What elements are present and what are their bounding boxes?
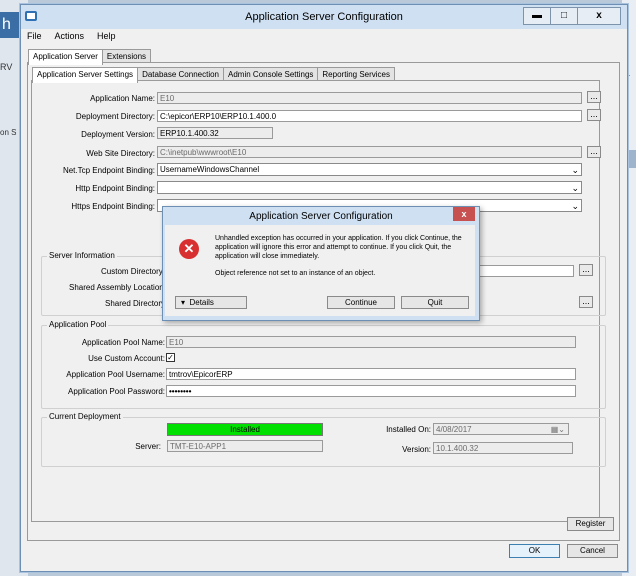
error-detail-message: Object reference not set to an instance … [215,270,376,277]
application-pool-username-label: Application Pool Username: [66,370,165,379]
application-pool-username-field[interactable]: tmtrov\EpicorERP [166,368,576,380]
deployment-directory-field[interactable]: C:\epicor\ERP10\ERP10.1.400.0 [157,110,582,122]
chevron-down-icon: ⌄ [571,165,579,175]
installed-on-value: 4/08/2017 [436,425,472,434]
menu-bar: File Actions Help [27,31,129,45]
error-dialog-close-button[interactable]: x [453,207,475,221]
cancel-button[interactable]: Cancel [567,544,618,558]
details-button[interactable]: ▾ Details [175,296,247,309]
minimize-button[interactable]: ▬ [523,7,551,25]
shared-directory-label: Shared Directory [105,299,166,308]
custom-directory-field[interactable] [479,265,574,277]
tab-application-server-settings[interactable]: Application Server Settings [32,67,139,83]
menu-actions[interactable]: Actions [55,31,85,45]
background-text-fragment: RV [0,62,13,72]
http-binding-label: Http Endpoint Binding: [75,184,155,193]
error-message: Unhandled exception has occurred in your… [215,235,462,260]
error-icon: ✕ [179,239,199,259]
application-pool-name-field[interactable]: E10 [166,336,576,348]
shared-directory-browse-button[interactable]: ... [579,296,593,308]
error-dialog-body: ✕ Unhandled exception has occurred in yo… [165,225,475,316]
web-site-directory-label: Web Site Directory: [86,149,155,158]
application-name-browse-button[interactable]: ... [587,91,601,103]
menu-file[interactable]: File [27,31,42,45]
server-label: Server: [135,442,161,451]
maximize-button[interactable]: □ [550,7,578,25]
details-button-label: Details [189,298,214,307]
chevron-down-icon: ⌄ [571,201,579,211]
installed-on-label: Installed On: [386,425,431,434]
server-field: TMT-E10-APP1 [167,440,323,452]
net-tcp-binding-value: UsernameWindowsChannel [160,165,260,174]
https-binding-label: Https Endpoint Binding: [71,202,155,211]
close-button[interactable]: x [577,7,621,25]
application-name-label: Application Name: [90,94,155,103]
quit-button[interactable]: Quit [401,296,469,309]
application-pool-password-field[interactable]: •••••••• [166,385,576,397]
deployment-version-field: ERP10.1.400.32 [157,127,273,139]
web-site-directory-field[interactable]: C:\inetpub\wwwroot\E10 [157,146,582,158]
version-label: Version: [402,445,431,454]
server-information-title: Server Information [47,251,117,260]
ok-button[interactable]: OK [509,544,560,558]
version-field: 10.1.400.32 [433,442,573,454]
net-tcp-binding-label: Net.Tcp Endpoint Binding: [62,166,155,175]
installed-status-badge: Installed [167,423,323,436]
application-name-field[interactable]: E10 [157,92,582,104]
window-titlebar[interactable]: Application Server Configuration ▬ □ x [21,5,627,29]
deployment-version-label: Deployment Version: [81,130,155,139]
custom-directory-label: Custom Directory [101,267,163,276]
installed-on-field[interactable]: 4/08/2017 ▦⌄ [433,423,569,435]
menu-help[interactable]: Help [97,31,116,45]
tab-application-server[interactable]: Application Server [28,49,103,65]
application-pool-password-label: Application Pool Password: [68,387,165,396]
deployment-directory-label: Deployment Directory: [75,112,155,121]
http-binding-select[interactable]: ⌄ [157,181,582,194]
web-site-directory-browse-button[interactable]: ... [587,146,601,158]
shared-assembly-location-label: Shared Assembly Location [69,283,164,292]
error-dialog: Application Server Configuration x ✕ Unh… [162,206,480,321]
error-dialog-title: Application Server Configuration [249,211,393,222]
register-button[interactable]: Register [567,517,614,531]
continue-button[interactable]: Continue [327,296,395,309]
chevron-down-icon: ⌄ [571,183,579,193]
application-pool-name-label: Application Pool Name: [81,338,165,347]
deployment-directory-browse-button[interactable]: ... [587,109,601,121]
use-custom-account-checkbox[interactable]: ✓ [166,353,175,362]
net-tcp-binding-select[interactable]: UsernameWindowsChannel ⌄ [157,163,582,176]
background-text-fragment-2: on S [0,128,17,137]
use-custom-account-label: Use Custom Account: [88,354,165,363]
current-deployment-title: Current Deployment [47,412,123,421]
calendar-icon: ▦⌄ [550,425,565,434]
custom-directory-browse-button[interactable]: ... [579,264,593,276]
application-pool-title: Application Pool [47,320,109,329]
